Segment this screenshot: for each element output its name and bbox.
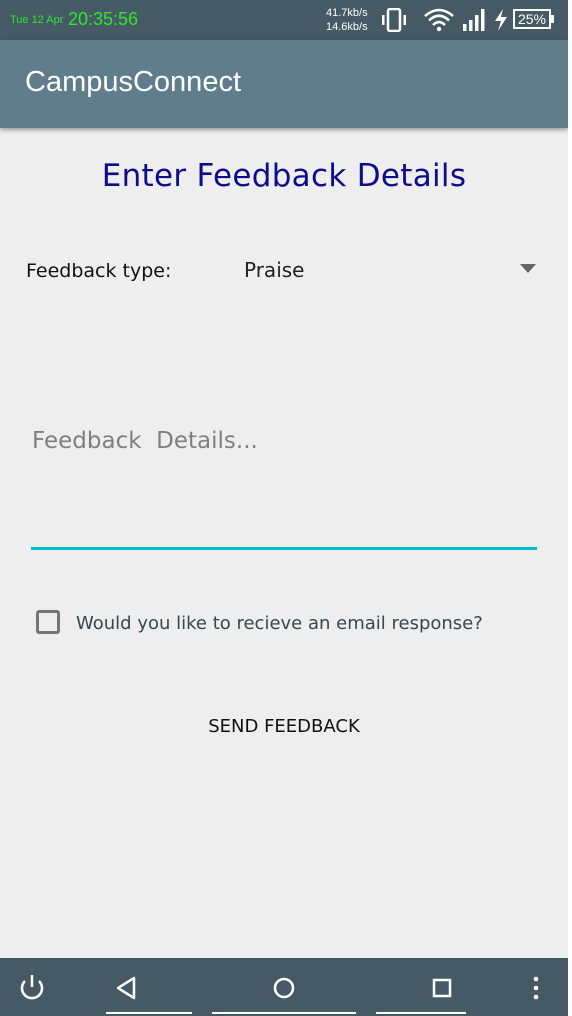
charging-icon: [495, 9, 507, 31]
battery-icon: 25%: [513, 9, 554, 29]
recents-icon[interactable]: [424, 970, 460, 1006]
status-bar: Tue 12 Apr 20:35:56 41.7kb/s 14.6kb/s 25…: [0, 0, 572, 40]
network-speed: 41.7kb/s 14.6kb/s: [326, 6, 368, 34]
email-response-checkbox[interactable]: [36, 610, 60, 634]
app-bar: CampusConnect: [0, 40, 568, 128]
upload-speed: 41.7kb/s: [326, 7, 368, 19]
vibrate-icon: [382, 8, 406, 32]
wifi-icon: [424, 8, 454, 32]
app-title: CampusConnect: [25, 66, 241, 98]
feedback-type-dropdown[interactable]: Praise: [230, 248, 544, 294]
send-feedback-button[interactable]: SEND FEEDBACK: [184, 700, 384, 752]
feedback-type-label: Feedback type:: [26, 260, 172, 282]
menu-icon[interactable]: [518, 970, 554, 1006]
status-date: Tue 12 Apr: [10, 14, 64, 26]
feedback-details-input[interactable]: [31, 420, 537, 550]
screen-edge: [568, 0, 572, 1016]
nav-divider: [212, 1012, 356, 1014]
nav-divider: [376, 1012, 466, 1014]
page-title: Enter Feedback Details: [101, 158, 467, 194]
system-nav-bar: [0, 958, 568, 1016]
nav-divider: [106, 1012, 192, 1014]
signal-icon: [463, 9, 485, 31]
email-response-label[interactable]: Would you like to recieve an email respo…: [76, 613, 483, 634]
feedback-type-selected-value: Praise: [244, 258, 305, 282]
power-icon[interactable]: [14, 970, 50, 1006]
download-speed: 14.6kb/s: [326, 21, 368, 33]
dropdown-arrow-icon: [520, 264, 536, 273]
status-clock: 20:35:56: [68, 9, 139, 29]
back-icon[interactable]: [108, 970, 144, 1006]
home-icon[interactable]: [266, 970, 302, 1006]
